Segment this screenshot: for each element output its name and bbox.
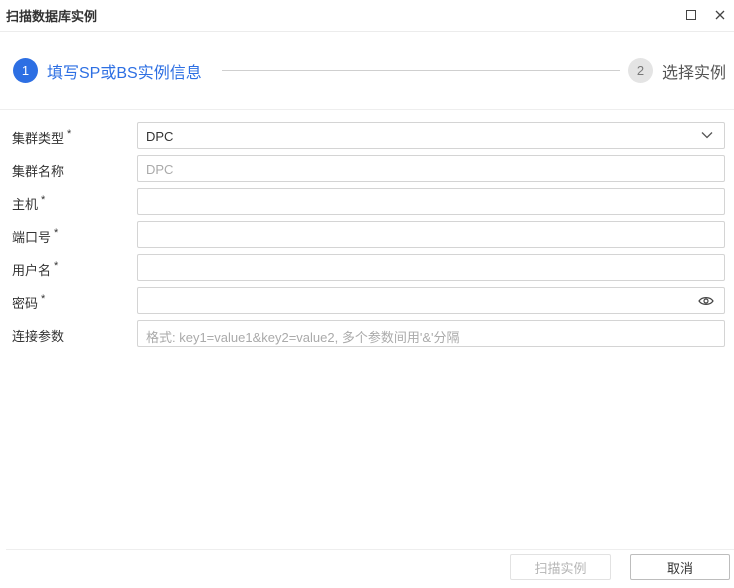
step-2-label: 选择实例 [662,64,727,82]
username-input[interactable] [137,254,725,281]
host-input[interactable] [137,188,725,215]
step-1-label: 填写SP或BS实例信息 [47,64,202,82]
host-row: 主机 * [0,188,734,215]
close-icon [715,10,725,20]
cluster-name-label: 集群名称 [12,164,65,179]
step-connector-line [222,70,620,71]
scan-instance-button[interactable]: 扫描实例 [510,554,611,580]
close-button[interactable] [711,6,729,24]
password-input[interactable] [137,287,725,314]
cluster-type-label: 集群类型 * [12,128,72,146]
chevron-down-icon [701,132,713,139]
cluster-type-select[interactable]: DPC [137,122,725,149]
cluster-name-input[interactable]: DPC [137,155,725,182]
conn-params-label: 连接参数 [12,329,65,344]
maximize-button[interactable] [682,6,700,24]
cancel-button[interactable]: 取消 [630,554,730,580]
conn-params-placeholder: 格式: key1=value1&key2=value2, 多个参数间用'&'分隔 [146,330,460,345]
cluster-type-row: 集群类型 * DPC [0,122,734,149]
username-label: 用户名 * [12,260,59,278]
dialog-titlebar: 扫描数据库实例 [0,0,734,32]
step-2-number: 2 [628,58,653,83]
step-1-number: 1 [13,58,38,83]
maximize-icon [686,10,696,20]
cluster-type-value: DPC [146,129,174,144]
footer-divider [6,549,734,550]
username-row: 用户名 * [0,254,734,281]
step-fill-info: 1 填写SP或BS实例信息 [13,58,202,83]
conn-params-input[interactable]: 格式: key1=value1&key2=value2, 多个参数间用'&'分隔 [137,320,725,347]
conn-params-row: 连接参数 格式: key1=value1&key2=value2, 多个参数间用… [0,320,734,347]
password-row: 密码 * [0,287,734,314]
cluster-name-row: 集群名称 DPC [0,155,734,182]
step-select-instance: 2 选择实例 [628,58,726,83]
dialog-title: 扫描数据库实例 [6,9,98,24]
wizard-steps: 1 填写SP或BS实例信息 2 选择实例 [0,33,734,110]
eye-icon[interactable] [698,295,714,307]
port-input[interactable] [137,221,725,248]
port-label: 端口号 * [12,227,59,245]
port-row: 端口号 * [0,221,734,248]
host-label: 主机 * [12,194,46,212]
cluster-name-placeholder: DPC [146,162,174,177]
password-label: 密码 * [12,293,46,311]
